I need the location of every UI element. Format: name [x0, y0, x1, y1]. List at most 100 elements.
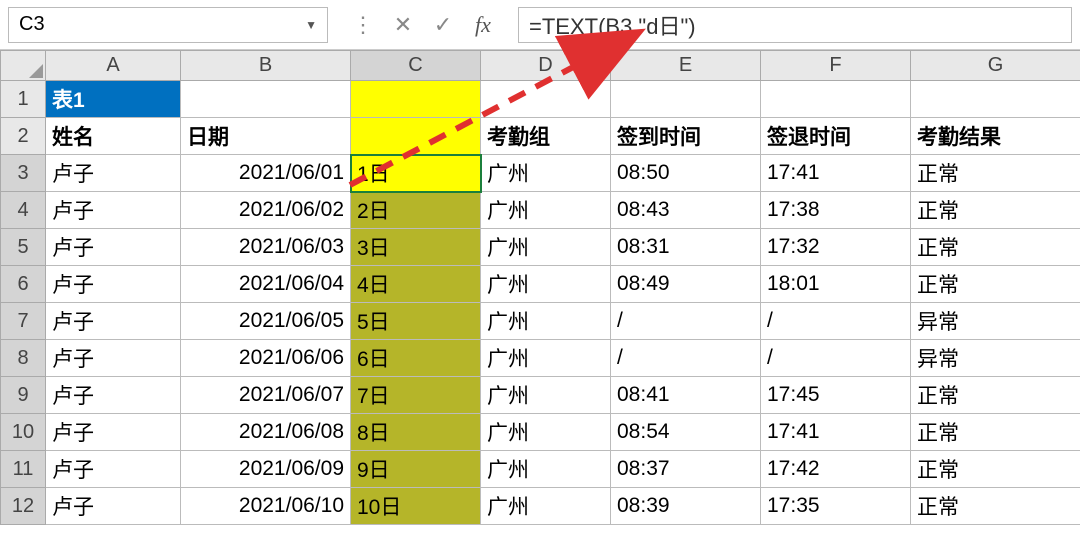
formula-input[interactable]: =TEXT(B3,"d日") [518, 7, 1072, 43]
cell-A1[interactable]: 表1 [46, 81, 181, 118]
cell-G8[interactable]: 异常 [911, 340, 1080, 377]
row-header[interactable]: 2 [1, 118, 46, 155]
cell-D11[interactable]: 广州 [481, 451, 611, 488]
cell-B7[interactable]: 2021/06/05 [181, 303, 351, 340]
cell-C3[interactable]: 1日 [351, 155, 481, 192]
row-header[interactable]: 9 [1, 377, 46, 414]
confirm-icon[interactable]: ✓ [428, 10, 458, 40]
cell-F11[interactable]: 17:42 [761, 451, 911, 488]
cell-B9[interactable]: 2021/06/07 [181, 377, 351, 414]
cell-E7[interactable]: / [611, 303, 761, 340]
cell-E4[interactable]: 08:43 [611, 192, 761, 229]
cell-A11[interactable]: 卢子 [46, 451, 181, 488]
cell-G9[interactable]: 正常 [911, 377, 1080, 414]
cell-F7[interactable]: / [761, 303, 911, 340]
cell-D9[interactable]: 广州 [481, 377, 611, 414]
row-header[interactable]: 10 [1, 414, 46, 451]
col-header-C[interactable]: C [351, 51, 481, 81]
cell-A3[interactable]: 卢子 [46, 155, 181, 192]
cell-C2[interactable] [351, 118, 481, 155]
cell-G3[interactable]: 正常 [911, 155, 1080, 192]
col-header-A[interactable]: A [46, 51, 181, 81]
cell-D12[interactable]: 广州 [481, 488, 611, 525]
cell-C10[interactable]: 8日 [351, 414, 481, 451]
cell-B11[interactable]: 2021/06/09 [181, 451, 351, 488]
cell-F9[interactable]: 17:45 [761, 377, 911, 414]
cell-G7[interactable]: 异常 [911, 303, 1080, 340]
cell-B5[interactable]: 2021/06/03 [181, 229, 351, 266]
name-box[interactable]: C3 ▼ [8, 7, 328, 43]
cell-E10[interactable]: 08:54 [611, 414, 761, 451]
cell-C7[interactable]: 5日 [351, 303, 481, 340]
cell-G12[interactable]: 正常 [911, 488, 1080, 525]
cell-B12[interactable]: 2021/06/10 [181, 488, 351, 525]
cell-C8[interactable]: 6日 [351, 340, 481, 377]
cell-D8[interactable]: 广州 [481, 340, 611, 377]
cell-F4[interactable]: 17:38 [761, 192, 911, 229]
cell-C11[interactable]: 9日 [351, 451, 481, 488]
cell-B2[interactable]: 日期 [181, 118, 351, 155]
cell-A8[interactable]: 卢子 [46, 340, 181, 377]
cell-D7[interactable]: 广州 [481, 303, 611, 340]
cell-C4[interactable]: 2日 [351, 192, 481, 229]
cell-B3[interactable]: 2021/06/01 [181, 155, 351, 192]
cell-E6[interactable]: 08:49 [611, 266, 761, 303]
cell-C12[interactable]: 10日 [351, 488, 481, 525]
chevron-down-icon[interactable]: ▼ [305, 18, 317, 32]
cell-B6[interactable]: 2021/06/04 [181, 266, 351, 303]
cell-G6[interactable]: 正常 [911, 266, 1080, 303]
cell-C9[interactable]: 7日 [351, 377, 481, 414]
cell-E5[interactable]: 08:31 [611, 229, 761, 266]
cell-A10[interactable]: 卢子 [46, 414, 181, 451]
row-header[interactable]: 5 [1, 229, 46, 266]
cell-D6[interactable]: 广州 [481, 266, 611, 303]
cell-G4[interactable]: 正常 [911, 192, 1080, 229]
col-header-D[interactable]: D [481, 51, 611, 81]
col-header-B[interactable]: B [181, 51, 351, 81]
more-icon[interactable]: ⋮ [348, 10, 378, 40]
cell-B8[interactable]: 2021/06/06 [181, 340, 351, 377]
col-header-G[interactable]: G [911, 51, 1080, 81]
cell-A9[interactable]: 卢子 [46, 377, 181, 414]
cell-F10[interactable]: 17:41 [761, 414, 911, 451]
row-header[interactable]: 4 [1, 192, 46, 229]
cell-A5[interactable]: 卢子 [46, 229, 181, 266]
cell-E9[interactable]: 08:41 [611, 377, 761, 414]
cell-G10[interactable]: 正常 [911, 414, 1080, 451]
fx-icon[interactable]: fx [468, 10, 498, 40]
cell-F5[interactable]: 17:32 [761, 229, 911, 266]
cell-G5[interactable]: 正常 [911, 229, 1080, 266]
cell-A12[interactable]: 卢子 [46, 488, 181, 525]
cell-A7[interactable]: 卢子 [46, 303, 181, 340]
cell-E8[interactable]: / [611, 340, 761, 377]
cell-E12[interactable]: 08:39 [611, 488, 761, 525]
cell-F3[interactable]: 17:41 [761, 155, 911, 192]
cell-D3[interactable]: 广州 [481, 155, 611, 192]
cell-G11[interactable]: 正常 [911, 451, 1080, 488]
col-header-E[interactable]: E [611, 51, 761, 81]
row-header[interactable]: 6 [1, 266, 46, 303]
cell-A2[interactable]: 姓名 [46, 118, 181, 155]
cell-F6[interactable]: 18:01 [761, 266, 911, 303]
cell-F1[interactable] [761, 81, 911, 118]
cell-D1[interactable] [481, 81, 611, 118]
row-header[interactable]: 7 [1, 303, 46, 340]
row-header[interactable]: 3 [1, 155, 46, 192]
row-header[interactable]: 8 [1, 340, 46, 377]
cell-F12[interactable]: 17:35 [761, 488, 911, 525]
cell-E1[interactable] [611, 81, 761, 118]
cell-G1[interactable] [911, 81, 1080, 118]
select-all-corner[interactable] [1, 51, 46, 81]
cell-D10[interactable]: 广州 [481, 414, 611, 451]
row-header[interactable]: 1 [1, 81, 46, 118]
cell-F8[interactable]: / [761, 340, 911, 377]
cell-D2[interactable]: 考勤组 [481, 118, 611, 155]
cell-A6[interactable]: 卢子 [46, 266, 181, 303]
row-header[interactable]: 12 [1, 488, 46, 525]
cell-B1[interactable] [181, 81, 351, 118]
row-header[interactable]: 11 [1, 451, 46, 488]
cell-A4[interactable]: 卢子 [46, 192, 181, 229]
col-header-F[interactable]: F [761, 51, 911, 81]
cell-C6[interactable]: 4日 [351, 266, 481, 303]
cell-E3[interactable]: 08:50 [611, 155, 761, 192]
